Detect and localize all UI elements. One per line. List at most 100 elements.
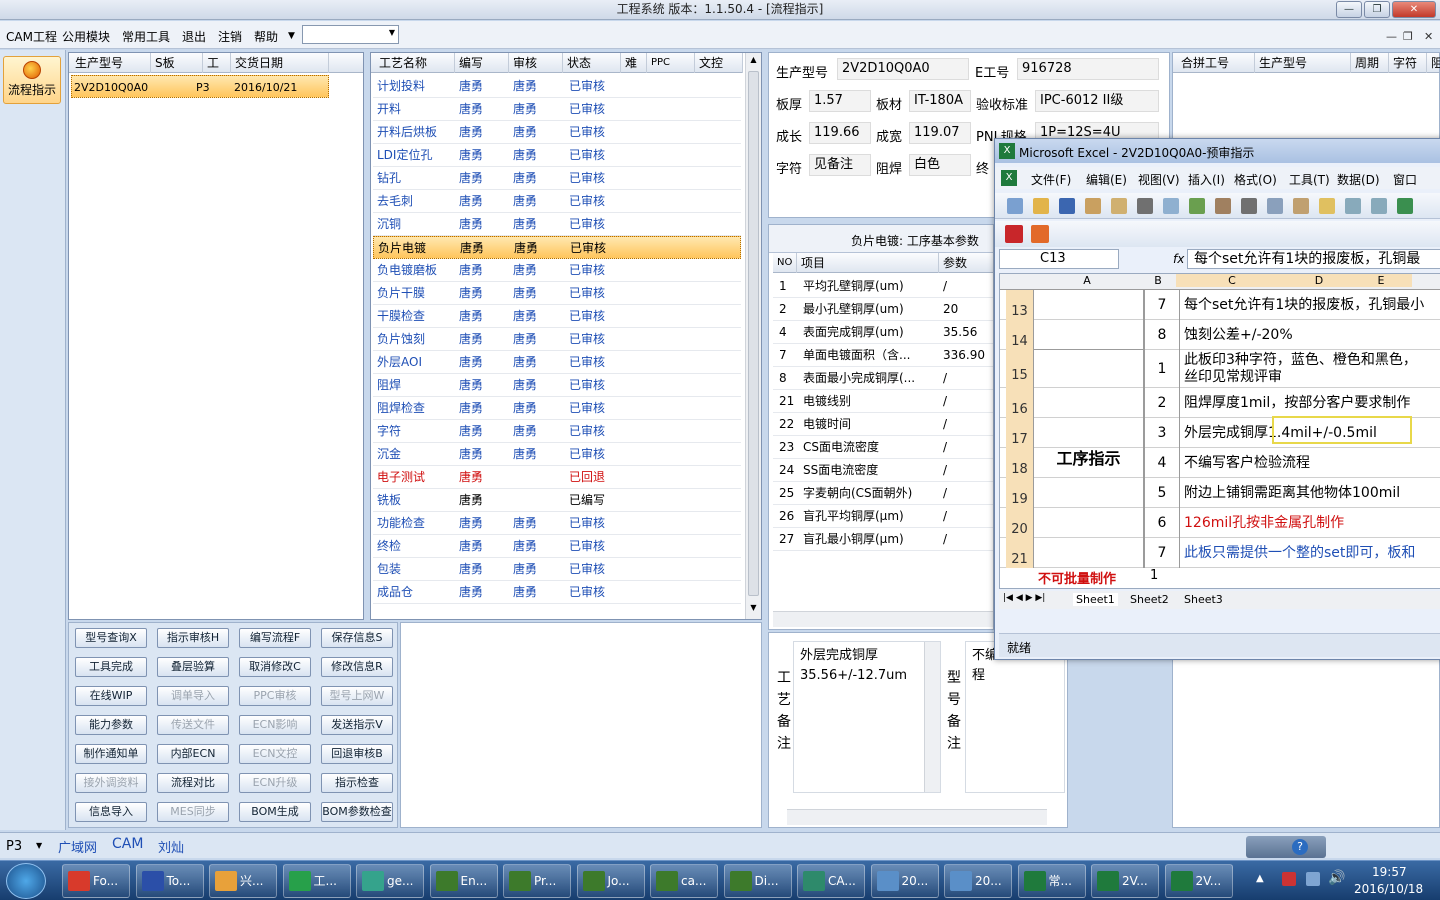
model-row[interactable]: 2V2D10Q0A0 P3 2016/10/21	[71, 75, 329, 98]
process-row[interactable]: 电子测试 唐勇 已回退	[373, 466, 741, 489]
col-no[interactable]: NO	[773, 253, 797, 273]
function-button[interactable]: 修改信息R	[321, 657, 393, 677]
function-button[interactable]: 发送指示V	[321, 715, 393, 735]
param-row[interactable]: 21 电镀线别 /	[773, 390, 993, 413]
sheet-tab[interactable]: Sheet1	[1073, 593, 1118, 606]
thickness-field[interactable]: 1.57	[809, 90, 871, 112]
preview-icon[interactable]	[1163, 198, 1179, 214]
col-merge-cycle[interactable]: 周期	[1351, 53, 1389, 73]
paste-icon[interactable]	[1293, 198, 1309, 214]
process-row[interactable]: 铣板 唐勇 已编写	[373, 489, 741, 512]
function-button[interactable]: 回退审核B	[321, 744, 393, 764]
material-field[interactable]: IT-180A	[909, 90, 971, 112]
process-row[interactable]: 钻孔 唐勇 唐勇 已审核	[373, 167, 741, 190]
excel-menu-item[interactable]: 窗口	[1393, 171, 1417, 188]
redo-icon[interactable]	[1371, 198, 1387, 214]
mdi-restore-button[interactable]: ❐	[1403, 30, 1413, 43]
new-icon[interactable]	[1007, 198, 1023, 214]
chevron-down-icon[interactable]: ▼	[36, 841, 42, 850]
param-row[interactable]: 24 SS面电流密度 /	[773, 459, 993, 482]
col-status[interactable]: 状态	[563, 53, 621, 73]
col-merge-char[interactable]: 字符	[1389, 53, 1427, 73]
excel-menu-item[interactable]: 数据(D)	[1337, 171, 1380, 188]
function-button[interactable]: ECN文控	[239, 744, 311, 764]
excel-menu-item[interactable]: 文件(F)	[1031, 171, 1071, 188]
taskbar-item[interactable]: En...	[429, 864, 498, 898]
params-hscroll[interactable]	[773, 611, 993, 627]
col-e[interactable]: E	[1350, 274, 1412, 287]
col-merge-mask[interactable]: 阻焊	[1427, 53, 1440, 73]
col-factory[interactable]: 工厂	[203, 53, 231, 90]
open-icon[interactable]	[1033, 198, 1049, 214]
merged-cell-label[interactable]: 工序指示	[1034, 350, 1144, 568]
row-number[interactable]: 14	[1006, 320, 1034, 350]
taskbar-item[interactable]: Pr...	[503, 864, 571, 898]
sheet-nav-icons[interactable]: |◀ ◀ ▶ ▶|	[1003, 593, 1045, 603]
param-row[interactable]: 23 CS面电流密度 /	[773, 436, 993, 459]
format-painter-icon[interactable]	[1319, 198, 1335, 214]
col-merge-no[interactable]: 合拼工号	[1177, 53, 1255, 73]
function-button[interactable]: 调单导入	[157, 686, 229, 706]
process-row[interactable]: 负片干膜 唐勇 唐勇 已审核	[373, 282, 741, 305]
length-field[interactable]: 119.66	[809, 122, 871, 144]
function-button[interactable]: 制作通知单	[75, 744, 147, 764]
email-icon[interactable]	[1111, 198, 1127, 214]
scroll-thumb[interactable]	[748, 71, 759, 596]
close-button[interactable]: ✕	[1392, 1, 1436, 18]
process-row[interactable]: 沉金 唐勇 唐勇 已审核	[373, 443, 741, 466]
col-doc-control[interactable]: 文控	[695, 53, 743, 73]
process-row[interactable]: 去毛刺 唐勇 唐勇 已审核	[373, 190, 741, 213]
param-row[interactable]: 2 最小孔壁铜厚(um) 20	[773, 298, 993, 321]
taskbar-item[interactable]: 2V...	[1091, 864, 1159, 898]
taskbar-item[interactable]: Jo...	[576, 864, 645, 898]
col-merge-model[interactable]: 生产型号	[1255, 53, 1351, 73]
function-button[interactable]: 型号上网W	[321, 686, 393, 706]
param-row[interactable]: 26 盲孔平均铜厚(μm) /	[773, 505, 993, 528]
function-button[interactable]: 保存信息S	[321, 628, 393, 648]
taskbar-item[interactable]: 兴...	[209, 864, 277, 898]
merged-cell-top[interactable]	[1034, 290, 1144, 350]
col-param[interactable]: 参数	[939, 253, 993, 273]
function-button[interactable]: BOM参数检查	[321, 802, 393, 822]
print-icon[interactable]	[1137, 198, 1153, 214]
taskbar-item[interactable]: 工...	[282, 864, 351, 898]
remark-scrollbar[interactable]	[924, 642, 940, 792]
function-button[interactable]: 能力参数	[75, 715, 147, 735]
language-bar[interactable]: ?	[1246, 836, 1326, 858]
excel-menu-item[interactable]: 编辑(E)	[1086, 171, 1127, 188]
excel-menu-item[interactable]: 插入(I)	[1188, 171, 1225, 188]
sheet-tab[interactable]: Sheet3	[1181, 593, 1226, 606]
process-remark-box[interactable]: 外层完成铜厚 35.56+/-12.7um	[793, 641, 941, 793]
col-reviewer[interactable]: 审核	[509, 53, 563, 73]
taskbar-item[interactable]: ca...	[650, 864, 718, 898]
excel-menu-item[interactable]: 视图(V)	[1138, 171, 1180, 188]
menu-dropdown-icon[interactable]: ▼	[288, 31, 295, 41]
col-prod-model[interactable]: 生产型号	[71, 53, 151, 73]
function-button[interactable]: 叠层验算	[157, 657, 229, 677]
process-row[interactable]: 开料 唐勇 唐勇 已审核	[373, 98, 741, 121]
function-button[interactable]: 信息导入	[75, 802, 147, 822]
research-icon[interactable]	[1215, 198, 1231, 214]
spell-icon[interactable]	[1189, 198, 1205, 214]
col-process-name[interactable]: 工艺名称	[375, 53, 455, 73]
process-row[interactable]: 成品仓 唐勇 唐勇 已审核	[373, 581, 741, 604]
prod-model-field[interactable]: 2V2D10Q0A0	[837, 58, 969, 80]
hyperlink-icon[interactable]	[1397, 198, 1413, 214]
param-row[interactable]: 22 电镀时间 /	[773, 413, 993, 436]
menu-tools[interactable]: 常用工具	[122, 28, 170, 45]
cut-icon[interactable]	[1241, 198, 1257, 214]
function-button[interactable]: 内部ECN	[157, 744, 229, 764]
row-number[interactable]: 20	[1006, 508, 1034, 538]
menu-public[interactable]: 公用模块	[62, 28, 110, 45]
process-row[interactable]: 包装 唐勇 唐勇 已审核	[373, 558, 741, 581]
process-row[interactable]: 负电镀磨板 唐勇 唐勇 已审核	[373, 259, 741, 282]
scroll-down-icon[interactable]: ▼	[747, 603, 760, 615]
acceptance-field[interactable]: IPC-6012 II级	[1035, 90, 1159, 112]
col-s-board[interactable]: S板	[151, 53, 203, 73]
row-number[interactable]: 19	[1006, 478, 1034, 508]
taskbar-item[interactable]: Di...	[723, 864, 792, 898]
taskbar-item[interactable]: 常...	[1017, 864, 1086, 898]
char-field[interactable]: 见备注	[809, 154, 871, 176]
taskbar-item[interactable]: 2V...	[1164, 864, 1233, 898]
process-row[interactable]: 阻焊检查 唐勇 唐勇 已审核	[373, 397, 741, 420]
